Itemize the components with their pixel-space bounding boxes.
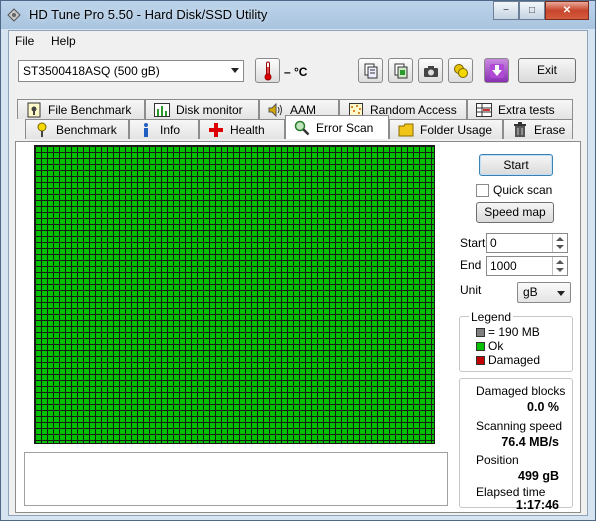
start-input[interactable]: 0 bbox=[486, 233, 568, 253]
health-cross-icon bbox=[208, 122, 224, 138]
legend-swatch-ok bbox=[476, 341, 485, 351]
tab-label: Benchmark bbox=[56, 122, 117, 137]
end-input[interactable]: 1000 bbox=[486, 256, 568, 276]
unit-label: Unit bbox=[460, 283, 482, 297]
magnifier-icon bbox=[294, 120, 310, 136]
screenshot-button[interactable] bbox=[418, 58, 443, 83]
thermometer-icon bbox=[264, 61, 271, 80]
checkbox-box[interactable] bbox=[476, 183, 489, 197]
start-input-value: 0 bbox=[490, 236, 497, 250]
start-button[interactable]: Start bbox=[479, 154, 553, 176]
start-spinner[interactable] bbox=[552, 234, 567, 252]
close-button[interactable]: ✕ bbox=[545, 1, 589, 20]
tab-label: Erase bbox=[534, 122, 566, 137]
end-input-value: 1000 bbox=[490, 259, 517, 273]
speed-map-button[interactable]: Speed map bbox=[476, 202, 554, 223]
position-value: 499 gB bbox=[518, 469, 559, 483]
benchmark-icon bbox=[34, 122, 50, 138]
error-scan-panel: Start Quick scan Speed map Start 0 End 1… bbox=[15, 141, 581, 513]
client-area: File Help ST3500418ASQ (500 gB) – °C Exi… bbox=[8, 30, 588, 516]
tab-label: Error Scan bbox=[316, 120, 374, 135]
file-benchmark-icon bbox=[26, 102, 42, 118]
app-icon bbox=[7, 8, 21, 22]
temperature-readout: – °C bbox=[284, 65, 308, 79]
tab-erase[interactable]: Erase bbox=[503, 119, 573, 139]
tab-label: File Benchmark bbox=[48, 102, 132, 117]
copy-screenshot-button[interactable] bbox=[388, 58, 413, 83]
minimize-button[interactable]: − bbox=[493, 1, 519, 20]
info-icon bbox=[138, 122, 154, 138]
chevron-down-icon bbox=[231, 68, 239, 73]
camera-icon bbox=[423, 65, 438, 77]
menu-file[interactable]: File bbox=[15, 34, 34, 48]
end-label: End bbox=[460, 258, 482, 272]
drive-select-value: ST3500418ASQ (500 gB) bbox=[23, 64, 160, 78]
scanning-speed-value: 76.4 MB/s bbox=[501, 435, 559, 449]
save-button[interactable] bbox=[484, 58, 509, 83]
toolbar: ST3500418ASQ (500 gB) – °C Exit bbox=[9, 53, 587, 93]
app-window: HD Tune Pro 5.50 - Hard Disk/SSD Utility… bbox=[0, 0, 596, 521]
start-label: Start bbox=[460, 236, 486, 250]
scan-block-map bbox=[34, 145, 435, 444]
elapsed-time-label: Elapsed time bbox=[476, 485, 546, 499]
tab-extra-tests[interactable]: Extra tests bbox=[467, 99, 573, 119]
damaged-blocks-value: 0.0 % bbox=[527, 400, 559, 414]
window-title: HD Tune Pro 5.50 - Hard Disk/SSD Utility bbox=[29, 7, 268, 22]
legend-label: = 190 MB bbox=[488, 325, 540, 339]
legend-item-block: = 190 MB bbox=[476, 325, 540, 339]
unit-select[interactable]: gB bbox=[517, 282, 571, 303]
quick-scan-checkbox[interactable]: Quick scan bbox=[476, 183, 552, 197]
legend-item-damaged: Damaged bbox=[476, 353, 540, 367]
legend-item-ok: Ok bbox=[476, 339, 503, 353]
legend-label: Damaged bbox=[488, 353, 541, 367]
scan-statistics: Damaged blocks 0.0 % Scanning speed 76.4… bbox=[459, 378, 573, 512]
unit-select-value: gB bbox=[523, 285, 538, 299]
damaged-blocks-label: Damaged blocks bbox=[476, 384, 566, 398]
tab-label: Health bbox=[230, 122, 265, 137]
tab-folder-usage[interactable]: Folder Usage bbox=[389, 119, 503, 139]
copy-screenshot-icon bbox=[394, 63, 407, 78]
exit-button[interactable]: Exit bbox=[518, 58, 576, 83]
position-label: Position bbox=[476, 453, 519, 467]
tab-info[interactable]: Info bbox=[129, 119, 199, 139]
tab-disk-monitor[interactable]: Disk monitor bbox=[145, 99, 259, 119]
speaker-icon bbox=[268, 102, 284, 118]
tab-label: Info bbox=[160, 122, 181, 137]
coins-icon bbox=[453, 63, 468, 78]
tab-file-benchmark[interactable]: File Benchmark bbox=[17, 99, 145, 119]
copy-info-icon bbox=[364, 63, 377, 78]
menu-bar: File Help bbox=[9, 31, 587, 53]
tab-label: Folder Usage bbox=[420, 122, 493, 137]
elapsed-time-value: 1:17:46 bbox=[515, 498, 559, 512]
window-controls: − □ ✕ bbox=[493, 1, 589, 21]
bar-chart-icon bbox=[154, 102, 170, 118]
options-button[interactable] bbox=[448, 58, 473, 83]
legend-title: Legend bbox=[469, 310, 514, 324]
legend-swatch-block bbox=[476, 327, 485, 337]
scan-log[interactable] bbox=[24, 452, 448, 506]
tab-benchmark[interactable]: Benchmark bbox=[25, 119, 129, 139]
drive-select[interactable]: ST3500418ASQ (500 gB) bbox=[18, 60, 244, 82]
menu-help[interactable]: Help bbox=[51, 34, 76, 48]
tab-strip: File Benchmark Disk monitor AAM Random A… bbox=[9, 97, 587, 141]
scanning-speed-label: Scanning speed bbox=[476, 419, 563, 433]
tab-label: Extra tests bbox=[498, 102, 555, 117]
tab-error-scan[interactable]: Error Scan bbox=[285, 115, 389, 139]
legend: Legend = 190 MB Ok Damaged bbox=[459, 310, 573, 372]
legend-swatch-damaged bbox=[476, 355, 485, 365]
chevron-down-icon bbox=[557, 291, 565, 296]
title-bar[interactable]: HD Tune Pro 5.50 - Hard Disk/SSD Utility… bbox=[1, 1, 595, 29]
copy-info-button[interactable] bbox=[358, 58, 383, 83]
temperature-button[interactable] bbox=[255, 58, 280, 83]
tab-label: Disk monitor bbox=[176, 102, 243, 117]
quick-scan-label: Quick scan bbox=[493, 183, 553, 197]
extra-tests-icon bbox=[476, 102, 492, 118]
download-icon bbox=[489, 63, 504, 78]
folder-icon bbox=[398, 122, 414, 138]
maximize-button[interactable]: □ bbox=[519, 1, 545, 20]
legend-label: Ok bbox=[488, 339, 504, 353]
trash-icon bbox=[512, 121, 528, 138]
end-spinner[interactable] bbox=[552, 257, 567, 275]
tab-health[interactable]: Health bbox=[199, 119, 285, 139]
